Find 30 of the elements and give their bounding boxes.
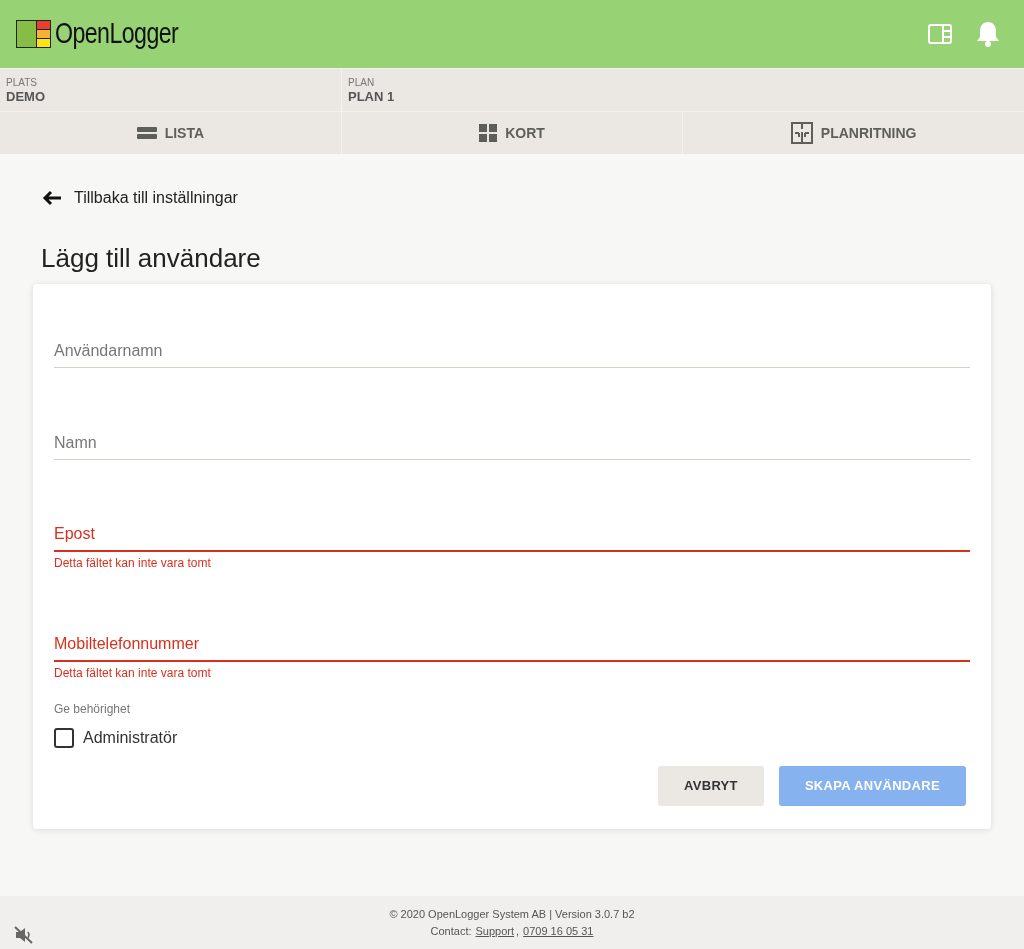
view-tab[interactable]: KORT — [340, 112, 683, 154]
cancel-button[interactable]: AVBRYT — [657, 766, 764, 806]
grid-icon — [479, 124, 498, 142]
footer-link[interactable]: 0709 16 05 31 — [523, 922, 594, 940]
checkbox-label: Administratör — [83, 728, 178, 748]
muted-speaker-icon[interactable] — [14, 926, 34, 944]
context-label: PLAN — [348, 77, 376, 89]
view-tab[interactable]: LISTA — [0, 112, 341, 154]
back-link[interactable]: Tillbaka till inställningar — [42, 186, 238, 210]
list-icon — [136, 127, 157, 139]
text-field[interactable]: Epost — [54, 504, 970, 552]
context-value: PLAN 1 — [348, 89, 396, 105]
error-message: Detta fältet kan inte vara tomt — [54, 556, 212, 570]
error-message: Detta fältet kan inte vara tomt — [54, 666, 212, 680]
copyright-text: © 2020 OpenLogger System AB | Version 3.0.7 b2 — [389, 906, 635, 922]
logo-icon — [16, 20, 51, 48]
text-field[interactable]: Mobiltelefonnummer — [54, 614, 970, 662]
footer-link[interactable]: Support — [475, 922, 515, 940]
back-arrow-icon — [42, 190, 62, 206]
admin-checkbox[interactable]: Administratör — [54, 726, 178, 750]
floor-plan-icon — [790, 122, 813, 144]
context-value: DEMO — [6, 89, 46, 105]
checkbox[interactable] — [54, 728, 74, 748]
context-label: PLATS — [6, 77, 38, 89]
view-tab[interactable]: PLANRITNING — [682, 112, 1024, 154]
permission-label: Ge behörighet — [54, 701, 132, 718]
contact-label: Contact: — [430, 923, 472, 939]
separator: , — [516, 923, 520, 939]
page-title: Lägg till användare — [41, 242, 262, 274]
logo-text: OpenLogger — [55, 16, 179, 52]
